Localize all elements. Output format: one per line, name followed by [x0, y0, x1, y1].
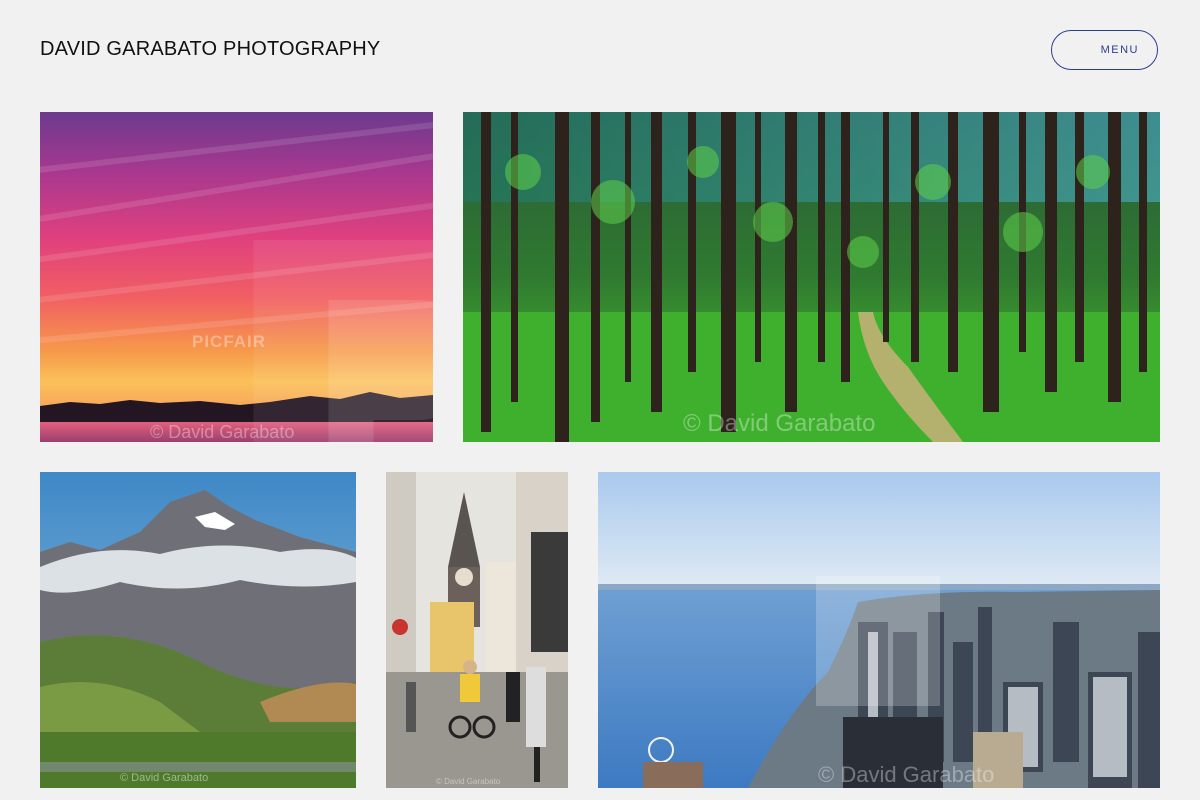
photo-sunset[interactable]: PICFAIR © David Garabato: [40, 112, 433, 442]
forest-image: [463, 112, 1160, 442]
photo-street[interactable]: © David Garabato: [386, 472, 568, 788]
picfair-watermark: PICFAIR: [192, 332, 267, 351]
photo-watermark: © David Garabato: [818, 762, 995, 787]
photo-watermark: © David Garabato: [150, 422, 295, 442]
street-image: [386, 472, 568, 788]
photo-city[interactable]: © David Garabato: [598, 472, 1160, 788]
photo-watermark: © David Garabato: [683, 410, 876, 437]
city-image: [598, 472, 1160, 788]
photo-forest[interactable]: © David Garabato: [463, 112, 1160, 442]
menu-button[interactable]: MENU: [1051, 30, 1158, 70]
photo-mountain[interactable]: © David Garabato: [40, 472, 356, 788]
photo-watermark: © David Garabato: [436, 777, 501, 786]
photo-watermark: © David Garabato: [120, 772, 209, 784]
mountain-image: [40, 472, 356, 788]
site-title[interactable]: DAVID GARABATO PHOTOGRAPHY: [40, 38, 380, 61]
